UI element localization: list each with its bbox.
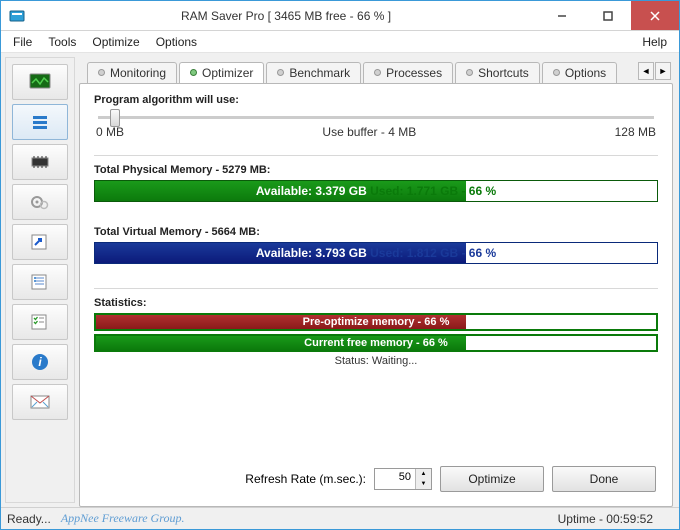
- slider-min: 0 MB: [96, 125, 124, 139]
- menu-options[interactable]: Options: [148, 33, 205, 51]
- tab-optimizer[interactable]: Optimizer: [179, 62, 264, 83]
- optimizer-panel: Program algorithm will use: 0 MB Use buf…: [79, 83, 673, 507]
- bullet-icon: [374, 69, 381, 76]
- pre-optimize-bar: Pre-optimize memory - 66 %: [94, 313, 658, 331]
- sidebar-mail[interactable]: [12, 384, 68, 420]
- tab-options[interactable]: Options: [542, 62, 617, 83]
- virtual-memory-group: Total Virtual Memory - 5664 MB: Availabl…: [94, 226, 658, 264]
- sidebar-benchmark[interactable]: [12, 144, 68, 180]
- tab-scroll-right[interactable]: ►: [655, 62, 671, 80]
- menu-tools[interactable]: Tools: [40, 33, 84, 51]
- algorithm-label: Program algorithm will use:: [94, 94, 658, 106]
- titlebar[interactable]: RAM Saver Pro [ 3465 MB free - 66 % ]: [1, 1, 679, 31]
- minimize-button[interactable]: [539, 1, 585, 30]
- virtual-bar: Available: 3.793 GB Used: 1.812 GB - 66 …: [94, 242, 658, 264]
- menu-file[interactable]: File: [5, 33, 40, 51]
- sidebar-info[interactable]: i: [12, 344, 68, 380]
- sidebar-optimizer[interactable]: [12, 104, 68, 140]
- window-title: RAM Saver Pro [ 3465 MB free - 66 % ]: [33, 9, 539, 23]
- uptime: Uptime - 00:59:52: [558, 512, 653, 526]
- bullet-icon: [190, 69, 197, 76]
- current-free-bar: Current free memory - 66 %: [94, 334, 658, 352]
- status-ready: Ready...: [7, 512, 51, 526]
- optimize-button[interactable]: Optimize: [440, 466, 544, 492]
- slider-max: 128 MB: [615, 125, 656, 139]
- menubar: File Tools Optimize Options Help: [1, 31, 679, 53]
- tab-strip: Monitoring Optimizer Benchmark Processes…: [79, 59, 673, 83]
- bullet-icon: [277, 69, 284, 76]
- stats-label: Statistics:: [94, 297, 658, 309]
- slider-mid: Use buffer - 4 MB: [322, 125, 416, 139]
- menu-optimize[interactable]: Optimize: [84, 33, 147, 51]
- spin-up[interactable]: ▲: [415, 469, 431, 479]
- physical-label: Total Physical Memory - 5279 MB:: [94, 164, 658, 176]
- app-window: RAM Saver Pro [ 3465 MB free - 66 % ] Fi…: [0, 0, 680, 530]
- bullet-icon: [553, 69, 560, 76]
- spin-down[interactable]: ▼: [415, 479, 431, 489]
- physical-bar: Available: 3.379 GB Used: 1.771 GB - 66 …: [94, 180, 658, 202]
- maximize-button[interactable]: [585, 1, 631, 30]
- virtual-label: Total Virtual Memory - 5664 MB:: [94, 226, 658, 238]
- tab-monitoring[interactable]: Monitoring: [87, 62, 177, 83]
- tab-shortcuts[interactable]: Shortcuts: [455, 62, 540, 83]
- sidebar-options[interactable]: [12, 264, 68, 300]
- bullet-icon: [98, 69, 105, 76]
- refresh-input[interactable]: 50 ▲▼: [374, 468, 432, 490]
- sidebar-shortcuts[interactable]: [12, 224, 68, 260]
- bottom-bar: Refresh Rate (m.sec.): 50 ▲▼ Optimize Do…: [94, 458, 658, 496]
- sidebar: i: [5, 57, 75, 503]
- status-text: Status: Waiting...: [94, 355, 658, 367]
- refresh-label: Refresh Rate (m.sec.):: [245, 472, 366, 486]
- watermark: AppNee Freeware Group.: [61, 511, 185, 526]
- close-button[interactable]: [631, 1, 679, 30]
- statusbar: Ready... AppNee Freeware Group. Uptime -…: [1, 507, 679, 529]
- physical-memory-group: Total Physical Memory - 5279 MB: Availab…: [94, 164, 658, 202]
- sidebar-processes[interactable]: [12, 184, 68, 220]
- tab-scroll-left[interactable]: ◄: [638, 62, 654, 80]
- done-button[interactable]: Done: [552, 466, 656, 492]
- bullet-icon: [466, 69, 473, 76]
- tab-benchmark[interactable]: Benchmark: [266, 62, 361, 83]
- algorithm-group: Program algorithm will use: 0 MB Use buf…: [94, 94, 658, 139]
- sidebar-checklist[interactable]: [12, 304, 68, 340]
- menu-help[interactable]: Help: [634, 33, 675, 51]
- buffer-slider[interactable]: [98, 116, 654, 119]
- slider-thumb[interactable]: [110, 109, 120, 127]
- statistics-group: Statistics: Pre-optimize memory - 66 % C…: [94, 297, 658, 367]
- main-panel: Monitoring Optimizer Benchmark Processes…: [79, 53, 679, 507]
- app-icon: [9, 8, 25, 24]
- tab-processes[interactable]: Processes: [363, 62, 453, 83]
- sidebar-monitoring[interactable]: [12, 64, 68, 100]
